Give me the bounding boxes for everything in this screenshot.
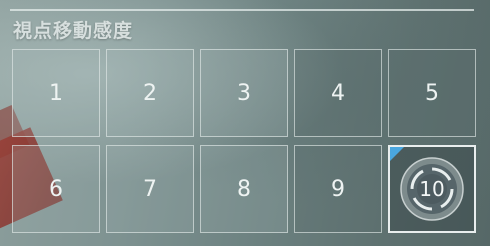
- option-label: 10: [419, 177, 445, 201]
- option-label: 1: [49, 80, 63, 106]
- sensitivity-option-4[interactable]: 4: [294, 49, 382, 137]
- option-label: 4: [331, 80, 345, 106]
- option-label: 8: [237, 176, 251, 202]
- sensitivity-option-9[interactable]: 9: [294, 145, 382, 233]
- sensitivity-panel: 視点移動感度 1 2 3 4 5 6 7 8 9 10: [0, 0, 490, 246]
- sensitivity-option-10[interactable]: 10: [388, 145, 476, 233]
- sensitivity-option-5[interactable]: 5: [388, 49, 476, 137]
- sensitivity-option-3[interactable]: 3: [200, 49, 288, 137]
- option-label: 9: [331, 176, 345, 202]
- sensitivity-grid: 1 2 3 4 5 6 7 8 9 10: [12, 49, 478, 238]
- option-label: 5: [425, 80, 439, 106]
- sensitivity-option-6[interactable]: 6: [12, 145, 100, 233]
- sensitivity-option-2[interactable]: 2: [106, 49, 194, 137]
- sensitivity-option-7[interactable]: 7: [106, 145, 194, 233]
- option-label: 6: [49, 176, 63, 202]
- option-label: 7: [143, 176, 157, 202]
- panel-title: 視点移動感度: [13, 20, 134, 42]
- header-divider: [10, 9, 474, 11]
- option-label: 3: [237, 80, 251, 106]
- option-label: 2: [143, 80, 157, 106]
- sensitivity-option-8[interactable]: 8: [200, 145, 288, 233]
- sensitivity-option-1[interactable]: 1: [12, 49, 100, 137]
